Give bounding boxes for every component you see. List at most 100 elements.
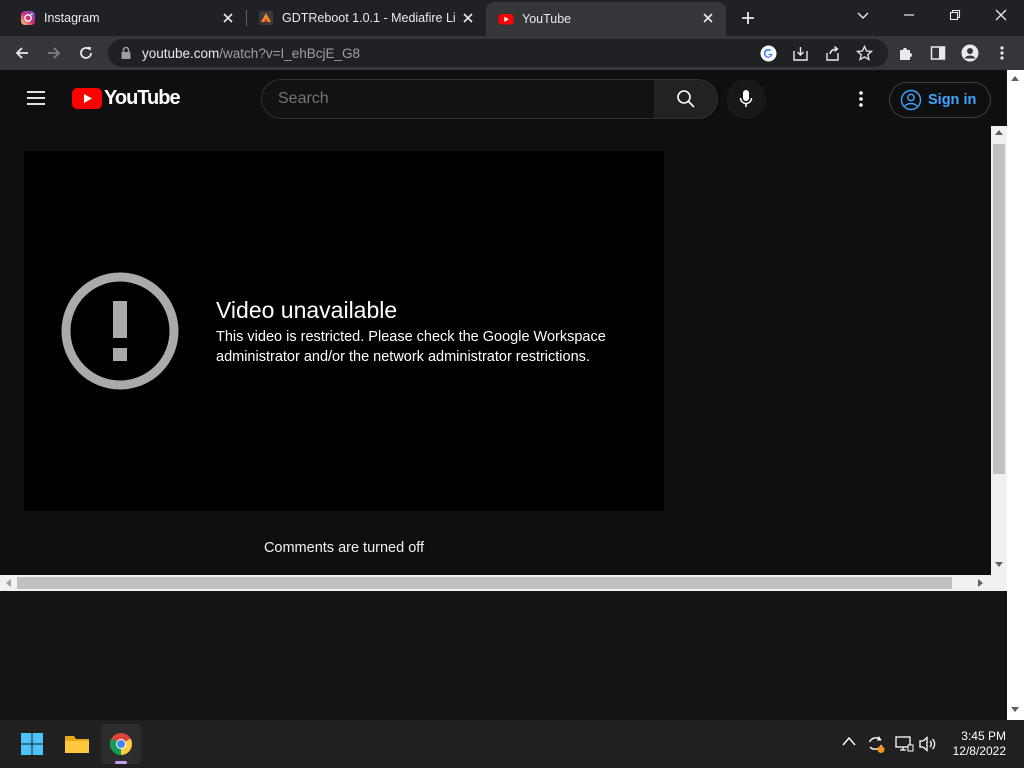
close-icon[interactable]: [220, 10, 236, 26]
start-button[interactable]: [12, 724, 52, 764]
new-tab-button[interactable]: [736, 6, 760, 30]
url-host: youtube.com: [142, 46, 220, 61]
tab-strip: Instagram GDTReboot 1.0.1 - Mediafire Li…: [0, 0, 1024, 36]
close-window-button[interactable]: [978, 0, 1024, 30]
install-app-icon[interactable]: [792, 45, 809, 62]
restore-icon: [949, 9, 961, 21]
share-icon[interactable]: [824, 45, 841, 62]
scroll-up-icon[interactable]: [1011, 75, 1019, 81]
empty-area: [0, 591, 1007, 720]
tab-label: YouTube: [522, 12, 572, 26]
address-bar[interactable]: youtube.com/watch?v=I_ehBcjE_G8: [108, 39, 888, 67]
instagram-icon: [21, 11, 35, 25]
clock-date: 12/8/2022: [952, 744, 1006, 758]
close-icon[interactable]: [700, 10, 716, 26]
show-hidden-icons-button[interactable]: [842, 736, 856, 746]
file-explorer-button[interactable]: [57, 724, 97, 764]
speaker-icon: [919, 736, 936, 752]
taskbar: 3:45 PM 12/8/2022: [0, 720, 1024, 768]
google-icon[interactable]: [760, 45, 777, 62]
url-text: youtube.com/watch?v=I_ehBcjE_G8: [142, 46, 360, 61]
video-player[interactable]: Video unavailable This video is restrict…: [24, 151, 664, 511]
person-icon: [961, 44, 979, 62]
reload-button[interactable]: [72, 39, 100, 67]
gdt-icon: [259, 11, 273, 25]
minimize-button[interactable]: [886, 0, 932, 30]
guide-menu-button[interactable]: [24, 86, 48, 110]
forward-button[interactable]: [40, 39, 68, 67]
volume-tray-button[interactable]: [918, 734, 938, 754]
windows-logo-icon: [21, 733, 43, 755]
network-icon: [895, 736, 914, 752]
chrome-menu-button[interactable]: [988, 39, 1016, 67]
microphone-icon: [739, 90, 753, 107]
arrow-right-icon: [48, 47, 61, 59]
tab-search-button[interactable]: [840, 0, 886, 30]
scroll-right-icon[interactable]: [978, 579, 984, 587]
arrow-left-icon: [15, 47, 28, 59]
restore-button[interactable]: [932, 0, 978, 30]
browser-toolbar: youtube.com/watch?v=I_ehBcjE_G8: [0, 36, 1024, 70]
chevron-down-icon: [857, 12, 869, 19]
scroll-down-icon[interactable]: [995, 562, 1003, 568]
more-vertical-icon: [859, 91, 863, 107]
plus-icon: [742, 12, 754, 24]
more-vertical-icon: [1000, 46, 1004, 60]
settings-menu-button[interactable]: [850, 88, 872, 110]
comments-status: Comments are turned off: [263, 540, 425, 556]
tab-instagram[interactable]: Instagram: [0, 0, 246, 36]
tab-gdtreboot[interactable]: GDTReboot 1.0.1 - Mediafire Link: [238, 0, 486, 36]
folder-icon: [65, 736, 89, 753]
search-box[interactable]: [261, 79, 655, 119]
back-button[interactable]: [8, 39, 36, 67]
youtube-play-logo-icon: [72, 87, 102, 109]
scroll-left-icon[interactable]: [5, 579, 11, 587]
scroll-down-icon[interactable]: [1011, 707, 1019, 713]
account-circle-icon: [900, 89, 922, 111]
sync-icon: [868, 736, 885, 753]
chevron-up-icon: [842, 736, 856, 746]
chrome-taskbar-button[interactable]: [101, 724, 141, 764]
youtube-page: YouTube Sign in Video unavailable This v…: [0, 70, 1007, 590]
chrome-icon: [110, 733, 132, 755]
voice-search-button[interactable]: [726, 79, 766, 119]
horizontal-scrollbar[interactable]: [0, 575, 1007, 591]
search-icon: [676, 90, 695, 108]
sync-tray-button[interactable]: [866, 734, 886, 754]
search-input[interactable]: [278, 90, 638, 108]
exclamation-circle-icon: [61, 272, 179, 390]
youtube-header: YouTube Sign in: [0, 70, 1007, 126]
puzzle-icon: [900, 48, 912, 60]
minimize-icon: [904, 14, 914, 16]
system-clock[interactable]: 3:45 PM 12/8/2022: [953, 729, 1006, 759]
extensions-button[interactable]: [892, 39, 920, 67]
close-icon[interactable]: [460, 10, 476, 26]
youtube-logo-text: YouTube: [104, 86, 181, 109]
sign-in-label: Sign in: [928, 92, 977, 108]
url-path: /watch?v=I_ehBcjE_G8: [219, 46, 361, 61]
scrollbar-thumb[interactable]: [17, 577, 952, 589]
youtube-logo[interactable]: YouTube: [72, 86, 181, 109]
error-message: This video is restricted. Please check t…: [216, 329, 606, 365]
youtube-icon: [498, 14, 514, 25]
network-tray-button[interactable]: [894, 734, 914, 754]
close-icon: [995, 9, 1007, 21]
bookmark-star-icon[interactable]: [856, 45, 873, 62]
outer-vertical-scrollbar[interactable]: [1007, 70, 1024, 720]
side-panel-button[interactable]: [924, 39, 952, 67]
page-vertical-scrollbar[interactable]: [991, 126, 1007, 576]
profile-button[interactable]: [956, 39, 984, 67]
sign-in-button[interactable]: Sign in: [889, 82, 991, 118]
side-panel-icon: [930, 46, 946, 60]
lock-icon: [121, 46, 131, 59]
tab-youtube[interactable]: YouTube: [486, 2, 726, 36]
reload-icon: [80, 46, 92, 59]
error-title: Video unavailable: [216, 297, 398, 323]
clock-time: 3:45 PM: [961, 729, 1006, 743]
scrollbar-thumb[interactable]: [993, 144, 1005, 474]
hamburger-menu-icon: [27, 91, 45, 105]
active-indicator: [115, 761, 127, 764]
tab-label: GDTReboot 1.0.1 - Mediafire Link: [282, 11, 456, 25]
scroll-up-icon[interactable]: [995, 129, 1003, 135]
search-button[interactable]: [654, 79, 718, 119]
